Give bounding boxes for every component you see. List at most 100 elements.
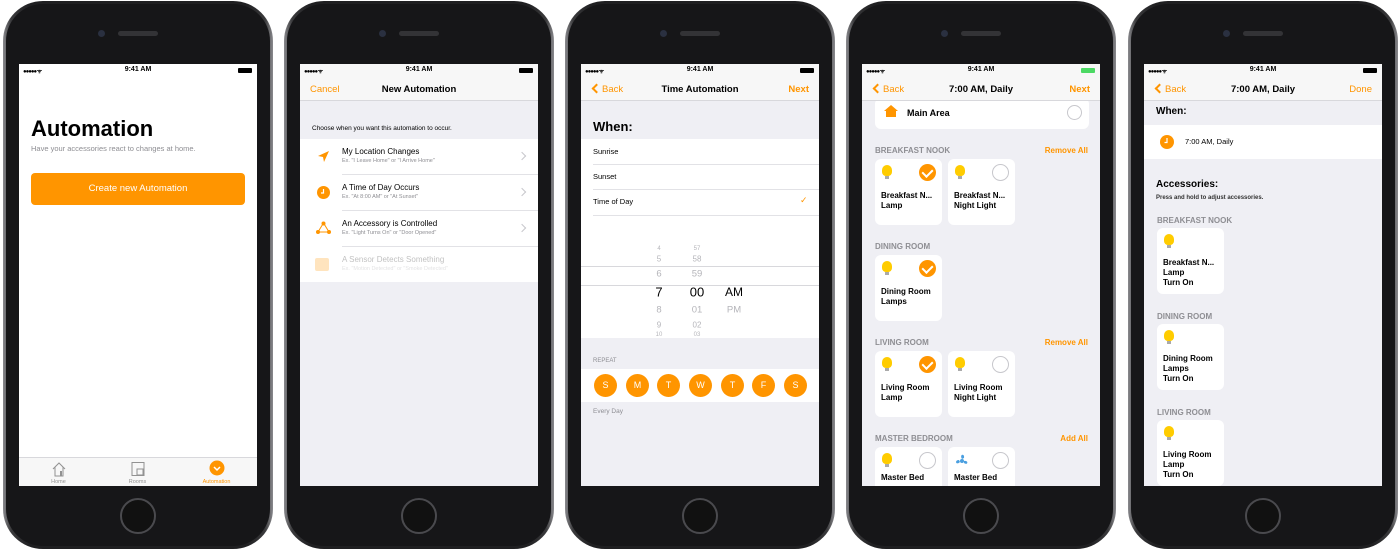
trigger-accessory[interactable]: An Accessory is Controlled Ex. "Light Tur…	[300, 211, 538, 247]
back-button[interactable]: Back	[591, 83, 623, 95]
picker-minute[interactable]: 58	[682, 255, 712, 264]
camera	[1223, 30, 1230, 37]
status-time: 9:41 AM	[405, 66, 433, 73]
picker-minute[interactable]: 01	[682, 305, 712, 316]
accessories-hint: Press and hold to adjust accessories.	[1156, 195, 1264, 201]
picker-minute[interactable]: 59	[682, 269, 712, 280]
speaker	[680, 31, 720, 36]
day-monday[interactable]: M	[626, 374, 649, 397]
camera	[98, 30, 105, 37]
picker-hour[interactable]: 8	[644, 305, 674, 316]
unselected-circle-icon[interactable]	[919, 452, 936, 469]
next-button[interactable]: Next	[1069, 84, 1090, 95]
picker-hour[interactable]: 5	[644, 255, 674, 264]
home-button[interactable]	[963, 498, 999, 534]
accessory-tile[interactable]: Dining Room Lamps	[875, 255, 942, 321]
trigger-title: A Sensor Detects Something	[342, 255, 445, 264]
chevron-right-icon	[517, 223, 527, 233]
time-picker[interactable]: 4 5 6 7 8 9 10 57 58 59 00 01 02 03 AM P…	[581, 216, 819, 338]
camera	[941, 30, 948, 37]
remove-all-button[interactable]: Remove All	[1045, 146, 1088, 155]
picker-minute[interactable]: 02	[682, 321, 712, 330]
option-sunset[interactable]: Sunset	[581, 165, 819, 190]
option-sunrise[interactable]: Sunrise	[581, 139, 819, 164]
accessory-tile[interactable]: Master Bed	[875, 447, 942, 486]
next-button[interactable]: Next	[788, 84, 809, 95]
home-button[interactable]	[401, 498, 437, 534]
tab-rooms[interactable]: Rooms	[98, 458, 177, 486]
picker-period-selected[interactable]: AM	[719, 285, 749, 299]
home-card[interactable]: Main Area	[875, 98, 1089, 129]
day-saturday[interactable]: S	[784, 374, 807, 397]
picker-hour-selected[interactable]: 7	[644, 285, 674, 300]
status-bar: ●●●●● ᯤ 9:41 AM	[862, 64, 1100, 76]
remove-all-button[interactable]: Remove All	[1045, 338, 1088, 347]
accessory-name: Breakfast N... Lamp	[881, 191, 933, 210]
create-automation-button[interactable]: Create new Automation	[31, 173, 245, 205]
trigger-subtitle: Ex. "Motion Detected" or "Smoke Detected…	[342, 266, 448, 272]
checkmark-selected-icon[interactable]	[919, 260, 936, 277]
accessory-tile[interactable]: Living Room Lamp	[875, 351, 942, 417]
home-label: Main Area	[907, 108, 950, 118]
accessory-tile[interactable]: Dining Room Lamps Turn On	[1157, 324, 1224, 390]
back-button[interactable]: Back	[1154, 83, 1186, 95]
picker-hour[interactable]: 10	[644, 332, 674, 338]
chevron-right-icon	[517, 187, 527, 197]
home-button[interactable]	[120, 498, 156, 534]
home-button[interactable]	[1245, 498, 1281, 534]
accessory-tile[interactable]: Breakfast N... Night Light	[948, 159, 1015, 225]
trigger-subtitle: Ex. "Light Turns On" or "Door Opened"	[342, 230, 437, 236]
when-value: 7:00 AM, Daily	[1185, 137, 1234, 146]
day-thursday[interactable]: T	[721, 374, 744, 397]
iphone-4: Main Area Back 7:00 AM, Daily Next ●●●●● ᯤ…	[846, 1, 1116, 549]
day-wednesday[interactable]: W	[689, 374, 712, 397]
checkmark-selected-icon[interactable]	[919, 356, 936, 373]
accessory-tile[interactable]: Breakfast N... Lamp Turn On	[1157, 228, 1224, 294]
back-button[interactable]: Back	[872, 83, 904, 95]
unselected-circle-icon[interactable]	[992, 452, 1009, 469]
picker-hour[interactable]: 6	[644, 269, 674, 280]
accessory-name: Living Room Lamp	[881, 383, 930, 402]
status-time: 9:41 AM	[1249, 66, 1277, 73]
option-time-of-day[interactable]: Time of Day ✓	[581, 190, 819, 215]
picker-minute[interactable]: 57	[682, 246, 712, 252]
home-select-toggle[interactable]	[1067, 105, 1082, 120]
clock-icon	[1160, 135, 1174, 149]
picker-minute[interactable]: 03	[682, 332, 712, 338]
chevron-left-icon	[1154, 83, 1165, 94]
speaker	[399, 31, 439, 36]
accessory-tile[interactable]: Living Room Lamp Turn On	[1157, 420, 1224, 486]
day-sunday[interactable]: S	[594, 374, 617, 397]
lightbulb-icon	[882, 453, 892, 468]
battery-icon	[1363, 68, 1377, 73]
picker-minute-selected[interactable]: 00	[682, 285, 712, 300]
status-bar: ●●●●● ᯤ 9:41 AM	[300, 64, 538, 76]
cancel-button[interactable]: Cancel	[310, 84, 340, 95]
add-all-button[interactable]: Add All	[1060, 434, 1088, 443]
home-button[interactable]	[682, 498, 718, 534]
select-accessories-screen: Main Area Back 7:00 AM, Daily Next ●●●●● ᯤ…	[862, 64, 1100, 486]
when-row[interactable]: 7:00 AM, Daily	[1144, 125, 1382, 159]
tab-automation[interactable]: Automation	[177, 458, 256, 486]
picker-hour[interactable]: 9	[644, 321, 674, 330]
done-button[interactable]: Done	[1349, 84, 1372, 95]
day-friday[interactable]: F	[752, 374, 775, 397]
accessory-tile[interactable]: Living Room Night Light	[948, 351, 1015, 417]
accessory-tile[interactable]: Breakfast N... Lamp	[875, 159, 942, 225]
picker-hour[interactable]: 4	[644, 246, 674, 252]
unselected-circle-icon[interactable]	[992, 356, 1009, 373]
status-bar: ●●●●● ᯤ 9:41 AM	[581, 64, 819, 76]
picker-period[interactable]: PM	[719, 305, 749, 316]
automation-icon	[209, 460, 225, 476]
tab-home[interactable]: Home	[19, 458, 98, 486]
lightbulb-icon	[955, 357, 965, 372]
trigger-location[interactable]: My Location Changes Ex. "I Leave Home" or…	[300, 139, 538, 175]
accessory-tile[interactable]: Master Bed	[948, 447, 1015, 486]
lightbulb-icon	[955, 165, 965, 180]
room-header: BREAKFAST NOOK	[1157, 216, 1233, 225]
checkmark-selected-icon[interactable]	[919, 164, 936, 181]
unselected-circle-icon[interactable]	[992, 164, 1009, 181]
day-tuesday[interactable]: T	[657, 374, 680, 397]
checkmark-icon: ✓	[800, 195, 808, 205]
trigger-time-of-day[interactable]: A Time of Day Occurs Ex. "At 8:00 AM" or …	[300, 175, 538, 211]
